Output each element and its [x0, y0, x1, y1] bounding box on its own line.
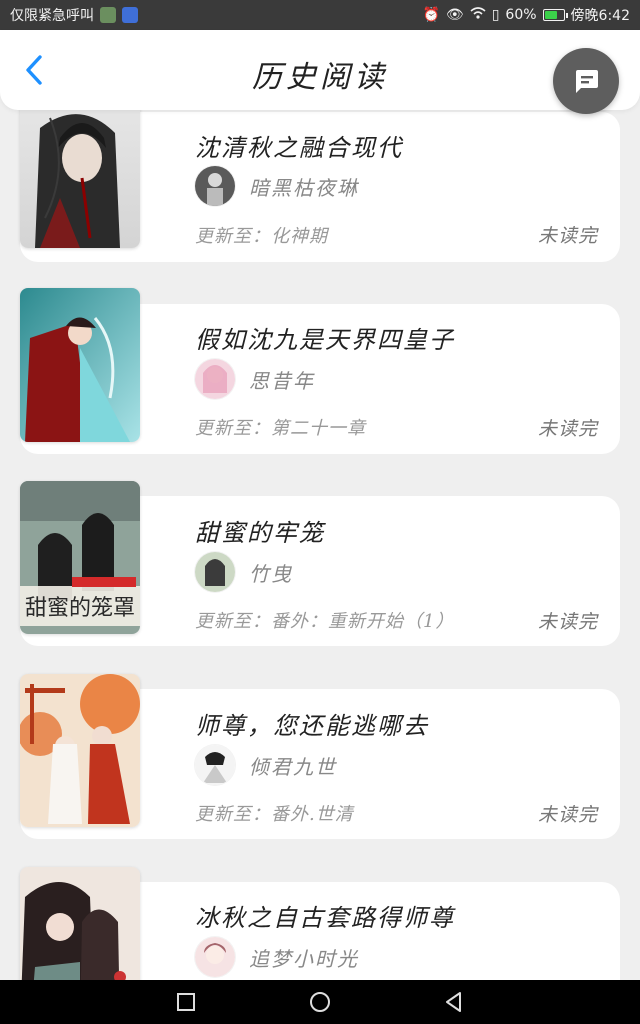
author-name: 倾君九世 [249, 754, 337, 779]
home-button[interactable] [298, 980, 342, 1024]
chat-button[interactable] [553, 48, 619, 114]
nav-back-button[interactable] [432, 980, 476, 1024]
book-title: 沈清秋之融合现代 [195, 134, 403, 162]
update-info: 更新至：番外.世清 [195, 804, 354, 825]
update-info: 更新至：番外：重新开始（1） [195, 611, 455, 632]
page-title: 历史阅读 [252, 60, 388, 95]
book-title: 甜蜜的牢笼 [195, 519, 325, 547]
author-row[interactable]: 暗黑枯夜琳 [195, 166, 359, 206]
book-cover[interactable] [20, 867, 140, 980]
author-avatar [195, 937, 235, 977]
recents-button[interactable] [164, 980, 208, 1024]
book-cover[interactable] [20, 674, 140, 827]
author-row[interactable]: 竹曳 [195, 552, 293, 592]
svg-text:甜蜜的笼罩: 甜蜜的笼罩 [25, 596, 135, 621]
author-avatar [195, 552, 235, 592]
author-row[interactable]: 追梦小时光 [195, 937, 359, 977]
book-title: 冰秋之自古套路得师尊 [195, 904, 455, 932]
square-icon [177, 993, 195, 1011]
author-avatar [195, 166, 235, 206]
book-cover[interactable]: 甜蜜的笼罩 [20, 481, 140, 634]
read-status: 未读完 [537, 225, 598, 247]
history-list[interactable]: 沈清秋之融合现代 暗黑枯夜琳 更新至：化神期 未读完 假如沈九是天界四皇子 思昔… [0, 0, 640, 980]
circle-icon [310, 992, 330, 1012]
book-title: 假如沈九是天界四皇子 [195, 326, 455, 354]
book-cover[interactable] [20, 88, 140, 248]
author-row[interactable]: 思昔年 [195, 359, 315, 399]
app-header: 历史阅读 [0, 30, 640, 110]
author-avatar [195, 745, 235, 785]
author-avatar [195, 359, 235, 399]
author-name: 追梦小时光 [249, 946, 359, 971]
author-name: 思昔年 [249, 368, 315, 393]
read-status: 未读完 [537, 804, 598, 826]
triangle-back-icon [446, 992, 461, 1012]
book-title: 师尊，您还能逃哪去 [195, 712, 429, 740]
author-row[interactable]: 倾君九世 [195, 745, 337, 785]
chat-bubble-icon [576, 70, 598, 93]
update-info: 更新至：第二十一章 [195, 418, 366, 439]
read-status: 未读完 [537, 611, 598, 633]
update-info: 更新至：化神期 [195, 226, 328, 247]
book-cover[interactable] [20, 288, 140, 442]
author-name: 暗黑枯夜琳 [249, 175, 359, 200]
system-nav-bar [0, 980, 640, 1024]
author-name: 竹曳 [249, 561, 293, 586]
read-status: 未读完 [537, 418, 598, 440]
